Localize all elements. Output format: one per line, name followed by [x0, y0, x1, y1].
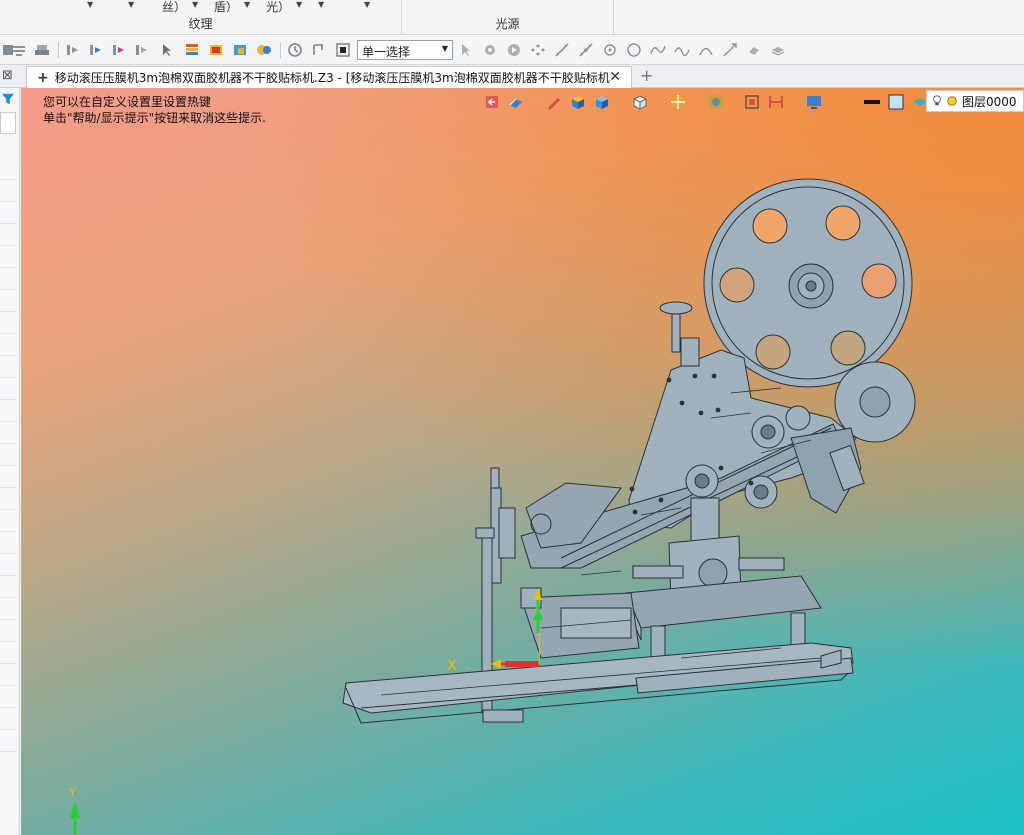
panel-field[interactable] [0, 112, 16, 134]
hand-icon[interactable] [745, 41, 763, 59]
circle-icon[interactable] [625, 41, 643, 59]
list-item[interactable] [0, 290, 16, 312]
list-item[interactable] [0, 224, 16, 246]
arc-icon[interactable] [697, 41, 715, 59]
points-icon[interactable] [529, 41, 547, 59]
play-icon[interactable] [505, 41, 523, 59]
line-icon[interactable] [553, 41, 571, 59]
ribbon-group-texture: 纹理 [0, 0, 402, 35]
align-red-icon[interactable] [110, 41, 128, 59]
pointer-icon[interactable] [158, 41, 176, 59]
filter-gear-icon[interactable] [481, 41, 499, 59]
list-item[interactable] [0, 708, 16, 730]
list-item[interactable] [0, 466, 16, 488]
list-item[interactable] [0, 246, 16, 268]
ribbon-group-light: 光源 [402, 0, 614, 35]
selection-mode-select[interactable]: 单一选择 ▼ [357, 40, 453, 60]
render-icon[interactable] [255, 41, 273, 59]
list-item[interactable] [0, 730, 16, 752]
print-icon[interactable] [33, 41, 51, 59]
list-item[interactable] [0, 422, 16, 444]
align-blue-icon[interactable] [87, 41, 105, 59]
ribbon: ▼ ▼ 丝） ▼ 盾） ▼ 光） ▼ ▼ ▼ 纹理 光源 [0, 0, 1024, 35]
chevron-down-icon: ▼ [441, 44, 448, 53]
cad-model[interactable]: X Y [21, 88, 1024, 835]
document-tab-bar: ⊠ + 移动滚压压膜机3m泡棉双面胶机器不干胶贴标机.Z3 - [移动滚压压膜机… [0, 65, 1024, 88]
point-icon[interactable] [601, 41, 619, 59]
materials-icon[interactable] [231, 41, 249, 59]
list-item[interactable] [0, 158, 16, 180]
ribbon-group-label: 光源 [495, 17, 520, 31]
spline-icon[interactable] [673, 41, 691, 59]
list-item[interactable] [0, 488, 16, 510]
align-gray-icon[interactable] [133, 41, 151, 59]
library-icon[interactable] [207, 41, 225, 59]
list-item[interactable] [0, 642, 16, 664]
list-item[interactable] [0, 444, 16, 466]
list-item[interactable] [0, 312, 16, 334]
list-color-icon[interactable] [183, 41, 201, 59]
new-tab-button[interactable]: + [640, 66, 653, 85]
list-item[interactable] [0, 532, 16, 554]
list-item[interactable] [0, 356, 16, 378]
close-panel-icon[interactable]: ⊠ [2, 68, 13, 83]
axis-y-label: Y [68, 786, 76, 799]
list-item[interactable] [0, 686, 16, 708]
left-panel [0, 88, 20, 835]
toolbar: 单一选择 ▼ [0, 36, 1024, 65]
tab-title: 移动滚压压膜机3m泡棉双面胶机器不干胶贴标机.Z3 - [移动滚压压膜机3m泡棉… [54, 71, 610, 85]
curve-icon[interactable] [649, 41, 667, 59]
select-pointer-icon[interactable] [457, 41, 475, 59]
list-item[interactable] [0, 202, 16, 224]
3d-viewport[interactable]: 您可以在自定义设置里设置热键 单击"帮助/显示提示"按钮来取消这些提示. 图层0… [21, 88, 1024, 835]
axis-x-label: X [447, 658, 457, 674]
list-item[interactable] [0, 334, 16, 356]
list-item[interactable] [0, 576, 16, 598]
list-item[interactable] [0, 554, 16, 576]
pin-icon[interactable]: + [37, 70, 49, 86]
list-item[interactable] [0, 268, 16, 290]
history-icon[interactable] [286, 41, 304, 59]
layers-stack-icon[interactable] [769, 41, 787, 59]
list-item[interactable] [0, 510, 16, 532]
tab-document[interactable]: + 移动滚压压膜机3m泡棉双面胶机器不干胶贴标机.Z3 - [移动滚压压膜机3m… [26, 66, 632, 88]
trim-icon[interactable] [721, 41, 739, 59]
ribbon-group-label: 纹理 [188, 17, 213, 31]
regen-icon[interactable] [309, 41, 327, 59]
selection-mode-value: 单一选择 [362, 45, 411, 59]
list-item[interactable] [0, 400, 16, 422]
list-item[interactable] [0, 664, 16, 686]
drawing-layout-icon[interactable] [10, 41, 28, 59]
list-item[interactable] [0, 620, 16, 642]
line-tangent-icon[interactable] [577, 41, 595, 59]
list-item[interactable] [0, 180, 16, 202]
list-item[interactable] [0, 598, 16, 620]
close-icon[interactable]: ✕ [609, 69, 621, 85]
list-item[interactable] [0, 378, 16, 400]
filter-icon[interactable] [0, 90, 16, 108]
align-left-icon[interactable] [64, 41, 82, 59]
stop-icon[interactable] [334, 41, 352, 59]
